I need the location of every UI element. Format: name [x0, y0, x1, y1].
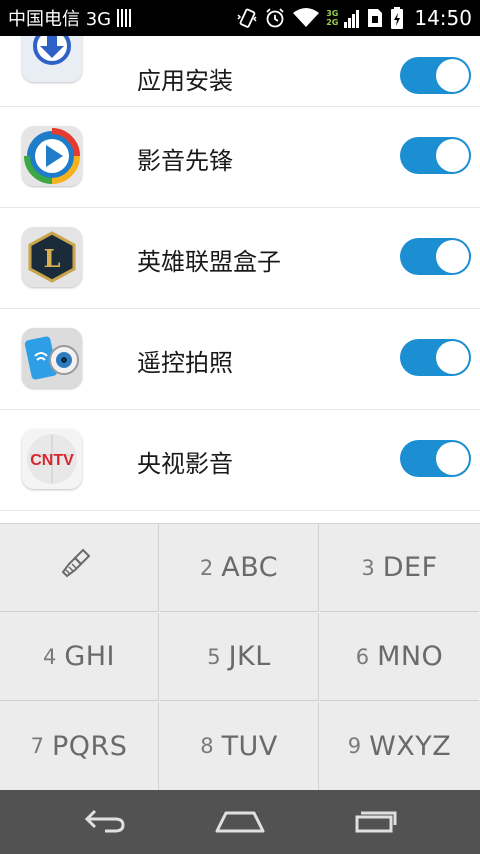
battery-icon: [390, 6, 404, 30]
key-letters: DEF: [382, 552, 438, 583]
toggle-knob: [436, 139, 469, 172]
home-icon: [213, 805, 267, 839]
key-3[interactable]: 3 DEF: [320, 524, 479, 612]
app-toggle[interactable]: [400, 440, 471, 477]
key-digit: 6: [355, 644, 370, 669]
cntv-icon: CNTV: [22, 429, 82, 489]
app-label: 影音先锋: [137, 147, 233, 175]
recent-apps-button[interactable]: [344, 804, 404, 840]
key-digit: 2: [199, 555, 214, 580]
network-type-indicator: 3G 2G: [326, 9, 338, 27]
key-2[interactable]: 2 ABC: [160, 524, 319, 612]
key-5[interactable]: 5 JKL: [160, 613, 319, 701]
toggle-knob: [436, 59, 469, 92]
key-letters: PQRS: [51, 730, 128, 762]
key-letters: ABC: [221, 552, 279, 583]
recent-apps-icon: [349, 805, 399, 839]
key-digit: 8: [200, 734, 214, 758]
sim-card-icon: [366, 7, 384, 29]
key-letters: GHI: [64, 641, 116, 672]
cell-signal-icon: [344, 8, 360, 28]
lol-box-icon: L: [22, 227, 82, 287]
key-6[interactable]: 6 MNO: [320, 613, 479, 701]
network-type-bottom: 2G: [326, 18, 339, 27]
toggle-knob: [436, 442, 469, 475]
app-label: 央视影音: [137, 450, 233, 478]
app-row[interactable]: 遥控拍照: [0, 309, 480, 410]
key-4[interactable]: 4 GHI: [0, 613, 159, 701]
app-toggle[interactable]: [400, 57, 471, 94]
key-7[interactable]: 7 PQRS: [0, 702, 159, 790]
carrier-label: 中国电信 3G: [8, 9, 112, 30]
key-letters: WXYZ: [369, 730, 452, 762]
brush-icon: [59, 546, 99, 590]
key-digit: 3: [361, 555, 375, 580]
app-list: 应用安装 影音先锋 L 英雄联盟盒子 遥控拍照 CNTV 央视影音: [0, 36, 480, 523]
key-digit: 4: [42, 644, 57, 669]
wifi-icon: [292, 7, 320, 29]
svg-text:L: L: [44, 244, 61, 273]
app-install-icon: [22, 36, 82, 82]
key-digit: 7: [30, 734, 44, 758]
key-letters: JKL: [228, 641, 271, 672]
toggle-knob: [436, 240, 469, 273]
key-digit: 5: [207, 644, 221, 669]
clear-key[interactable]: [0, 524, 159, 612]
app-row[interactable]: CNTV 央视影音: [0, 410, 480, 511]
app-toggle[interactable]: [400, 137, 471, 174]
key-digit: 9: [347, 734, 362, 758]
remote-camera-icon: [22, 328, 82, 388]
toggle-knob: [436, 341, 469, 374]
app-row[interactable]: L 英雄联盟盒子: [0, 208, 480, 309]
video-player-icon: [22, 126, 82, 186]
app-row[interactable]: 应用安装: [0, 36, 480, 107]
app-toggle[interactable]: [400, 339, 471, 376]
status-bar: 中国电信 3G 3G 2G 14:50: [0, 0, 480, 36]
network-type-top: 3G: [326, 9, 339, 18]
app-toggle[interactable]: [400, 238, 471, 275]
alarm-icon: [264, 7, 286, 29]
back-icon: [81, 805, 131, 839]
key-9[interactable]: 9 WXYZ: [320, 702, 479, 790]
app-row[interactable]: 影音先锋: [0, 107, 480, 208]
key-8[interactable]: 8 TUV: [160, 702, 319, 790]
app-label: 英雄联盟盒子: [137, 248, 281, 276]
key-letters: MNO: [377, 641, 444, 672]
key-letters: TUV: [221, 730, 278, 762]
app-label: 应用安装: [137, 67, 233, 95]
back-button[interactable]: [76, 804, 136, 840]
app-label: 遥控拍照: [137, 349, 233, 377]
sim-signal-icon: [117, 9, 132, 27]
home-button[interactable]: [210, 804, 270, 840]
navigation-bar: [0, 790, 480, 854]
cntv-logo-text: CNTV: [30, 452, 74, 469]
vibrate-icon: [236, 7, 258, 29]
t9-keypad: 2 ABC 3 DEF 4 GHI 5 JKL 6 MNO 7 PQRS 8 TUV 9 WXY…: [0, 523, 480, 790]
clock: 14:50: [414, 6, 472, 30]
